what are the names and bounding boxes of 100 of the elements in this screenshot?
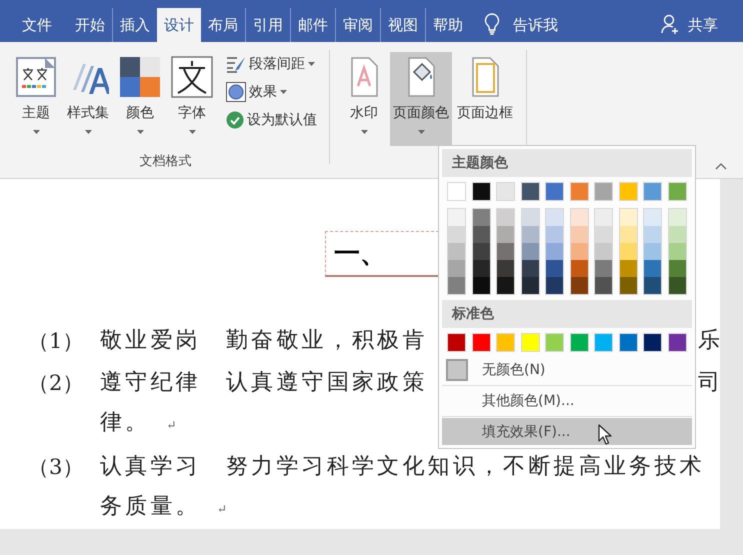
ribbon-tab[interactable]: 设计 (157, 8, 201, 42)
color-swatch[interactable] (594, 333, 614, 352)
color-swatch[interactable] (522, 226, 539, 243)
paragraph-text: 务质量。 ↵ (100, 493, 230, 521)
ribbon-tab[interactable]: 文件 (10, 8, 68, 42)
color-swatch[interactable] (570, 277, 588, 294)
check-circle-icon (226, 111, 244, 129)
ribbon-tab[interactable]: 开始 (68, 8, 112, 42)
ribbon-tab[interactable]: 布局 (201, 8, 245, 42)
color-swatch[interactable] (595, 226, 612, 243)
color-swatch[interactable] (522, 209, 539, 226)
color-swatch[interactable] (668, 226, 686, 243)
color-swatch[interactable] (546, 209, 564, 226)
color-swatch[interactable] (497, 277, 514, 294)
color-swatch[interactable] (496, 333, 516, 352)
color-swatch[interactable] (620, 243, 637, 260)
ribbon-button[interactable]: 颜色 (116, 52, 164, 140)
ribbon-button[interactable]: 主题 (12, 52, 60, 140)
color-swatch[interactable] (447, 333, 466, 352)
color-swatch[interactable] (570, 209, 588, 226)
color-swatch[interactable] (522, 260, 539, 277)
color-swatch[interactable] (594, 182, 614, 201)
color-swatch[interactable] (644, 260, 662, 277)
color-swatch[interactable] (448, 209, 465, 226)
effects-icon (226, 82, 246, 102)
color-swatch[interactable] (472, 260, 490, 277)
paragraph-text: 遵守纪律 认真遵守国家政策 (100, 369, 428, 397)
color-swatch[interactable] (472, 226, 490, 243)
ribbon-button[interactable]: 水印 (340, 52, 388, 140)
paragraph-text: 敬业爱岗 勤奋敬业，积极肯 (100, 327, 428, 355)
color-swatch[interactable] (595, 260, 612, 277)
paragraph-text: 律。 ↵ (100, 409, 180, 437)
color-swatch[interactable] (668, 333, 687, 352)
color-swatch[interactable] (497, 260, 514, 277)
color-swatch[interactable] (620, 260, 637, 277)
tell-me-button[interactable]: 告诉我 (506, 8, 565, 42)
ribbon-button[interactable]: 效果 (224, 80, 319, 104)
color-swatch[interactable] (522, 277, 539, 294)
color-swatch[interactable] (546, 226, 564, 243)
paragraph-text: 认真学习 努力学习科学文化知识，不断提高业务技术 (100, 453, 705, 481)
caret-icon (418, 130, 424, 134)
menu-item[interactable]: 填充效果(F)... (442, 418, 692, 445)
menu-item[interactable]: 无颜色(N) (442, 356, 692, 384)
color-swatch[interactable] (570, 333, 589, 352)
color-swatch[interactable] (522, 243, 539, 260)
share-button[interactable]: 共享 (681, 8, 725, 42)
color-swatch[interactable] (520, 182, 540, 201)
color-swatch[interactable] (448, 277, 465, 294)
color-swatch[interactable] (668, 209, 686, 226)
ribbon-button[interactable]: 设为默认值 (224, 108, 319, 132)
font-icon (171, 56, 213, 98)
color-swatch[interactable] (570, 182, 589, 201)
color-swatch[interactable] (570, 243, 588, 260)
color-swatch[interactable] (472, 209, 490, 226)
color-swatch[interactable] (570, 226, 588, 243)
color-swatch[interactable] (546, 277, 564, 294)
ribbon-button[interactable]: 样式集 (64, 52, 112, 140)
theme-icon (15, 56, 57, 98)
color-swatch[interactable] (545, 182, 564, 201)
color-swatch[interactable] (546, 243, 564, 260)
ribbon-button[interactable]: 字体 (168, 52, 216, 140)
color-swatch[interactable] (545, 333, 564, 352)
color-swatch[interactable] (620, 209, 637, 226)
color-swatch[interactable] (668, 182, 687, 201)
color-swatch[interactable] (668, 243, 686, 260)
color-swatch[interactable] (595, 209, 612, 226)
color-swatch[interactable] (618, 182, 638, 201)
color-swatch[interactable] (643, 182, 662, 201)
color-swatch[interactable] (472, 243, 490, 260)
color-swatch[interactable] (546, 260, 564, 277)
color-swatch[interactable] (497, 209, 514, 226)
color-swatch[interactable] (644, 243, 662, 260)
color-swatch[interactable] (644, 226, 662, 243)
menu-item[interactable]: 其他颜色(M)... (442, 387, 692, 415)
chevron-up-icon[interactable] (715, 163, 727, 170)
color-swatch[interactable] (497, 226, 514, 243)
color-swatch[interactable] (618, 333, 638, 352)
color-swatch[interactable] (620, 277, 637, 294)
color-swatch[interactable] (448, 243, 465, 260)
color-swatch[interactable] (496, 182, 516, 201)
color-swatch[interactable] (620, 226, 637, 243)
ribbon-button[interactable]: 页面边框 (454, 52, 516, 128)
color-swatch[interactable] (595, 243, 612, 260)
color-swatch[interactable] (472, 277, 490, 294)
color-swatch[interactable] (644, 277, 662, 294)
color-swatch[interactable] (570, 260, 588, 277)
color-swatch[interactable] (472, 333, 491, 352)
color-swatch[interactable] (447, 182, 466, 201)
color-swatch[interactable] (448, 226, 465, 243)
color-swatch[interactable] (644, 209, 662, 226)
ribbon-button[interactable]: 页面颜色 (390, 52, 452, 146)
color-swatch[interactable] (520, 333, 540, 352)
color-swatch[interactable] (595, 277, 612, 294)
color-swatch[interactable] (497, 243, 514, 260)
color-swatch[interactable] (668, 277, 686, 294)
ribbon-button[interactable]: 段落间距 (224, 52, 319, 76)
color-swatch[interactable] (448, 260, 465, 277)
color-swatch[interactable] (472, 182, 491, 201)
color-swatch[interactable] (643, 333, 662, 352)
color-swatch[interactable] (668, 260, 686, 277)
